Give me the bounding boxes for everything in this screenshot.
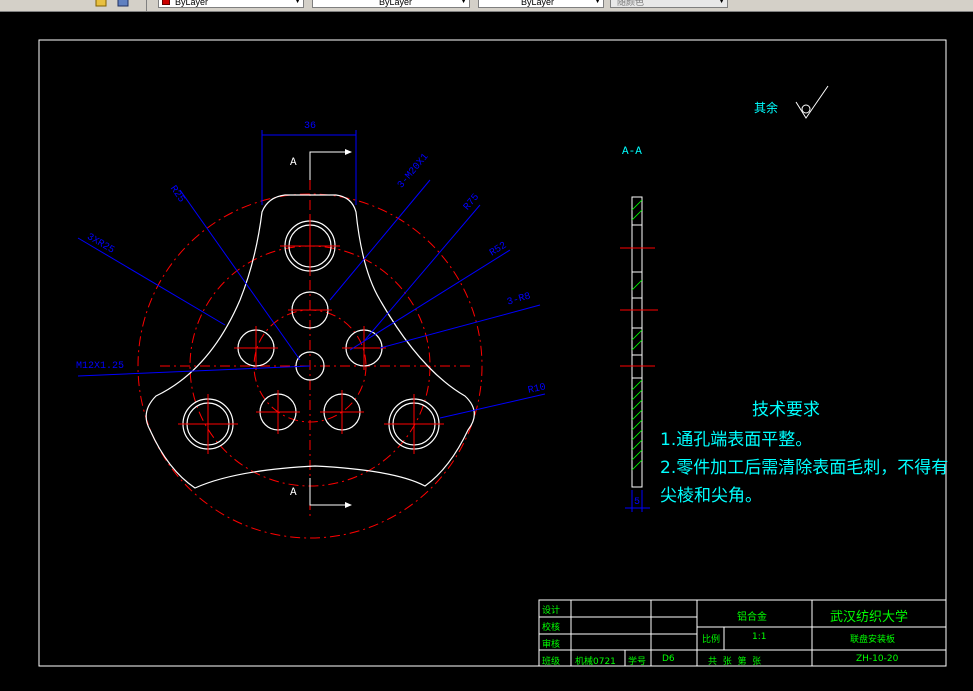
dim-width: 36 [304, 121, 317, 132]
section-view [620, 196, 658, 512]
tb-class-value: 机械0721 [575, 657, 616, 667]
tb-id-label: 学号 [628, 657, 647, 667]
tech-title: 技术要求 [752, 400, 820, 420]
tb-id-value: D6 [662, 654, 675, 664]
drawing-canvas[interactable] [0, 0, 973, 691]
dimension-lines [77, 130, 546, 419]
dim-m12: M12X1.25 [76, 361, 125, 372]
tb-scale-label: 比例 [702, 635, 721, 645]
hole-crosshairs [178, 216, 444, 454]
tb-material: 铝合金 [737, 612, 767, 623]
tb-review: 审核 [542, 640, 561, 650]
tech-line-3: 尖棱和尖角。 [660, 486, 762, 506]
section-label: A-A [622, 146, 642, 158]
section-mark-top: A [290, 157, 297, 169]
section-mark-bottom: A [290, 487, 297, 499]
drawing-border [38, 39, 947, 667]
tb-scale-value: 1:1 [752, 632, 767, 642]
surface-finish-icon [795, 85, 829, 119]
surface-note: 其余 [754, 101, 779, 115]
section-marks [309, 151, 345, 506]
tech-line-2: 2.零件加工后需清除表面毛刺，不得有 [660, 458, 949, 478]
tech-line-1: 1.通孔端表面平整。 [660, 430, 813, 450]
tb-drawing-no: ZH-10-20 [856, 654, 899, 664]
dim-thickness: 5 [634, 497, 641, 508]
tb-part-name: 联盘安装板 [850, 635, 896, 645]
tb-class-label: 班级 [542, 657, 561, 667]
tb-design: 设计 [542, 606, 561, 616]
tb-school: 武汉纺织大学 [830, 610, 909, 625]
tb-check: 校核 [542, 623, 561, 633]
tb-sheets: 共 张 第 张 [708, 657, 762, 667]
